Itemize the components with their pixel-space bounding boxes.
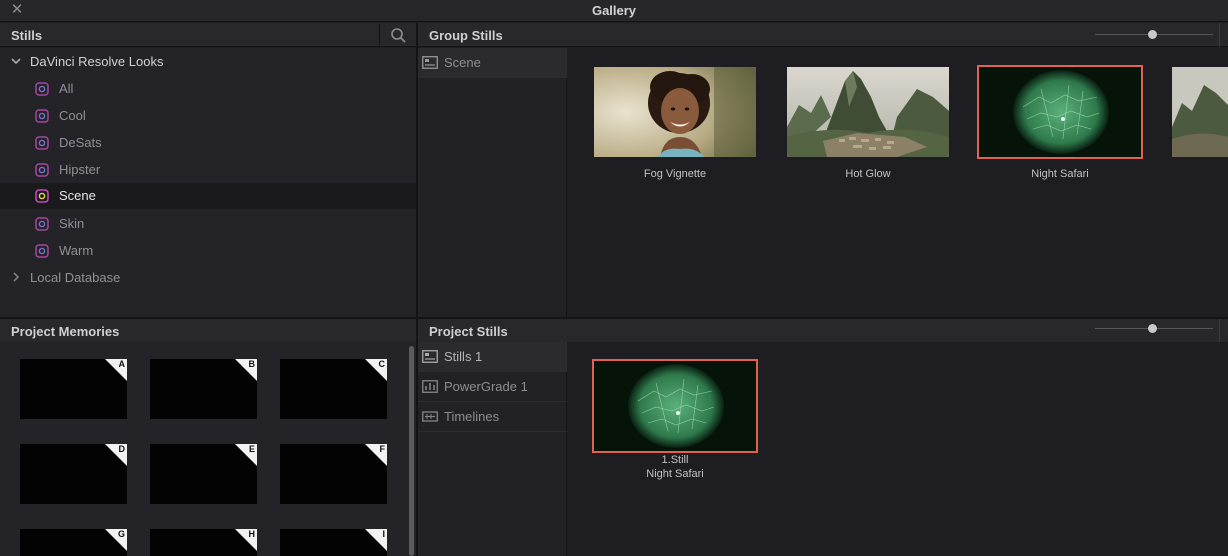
search-icon[interactable] bbox=[389, 27, 409, 45]
tree-root-davinci-looks[interactable]: DaVinci Resolve Looks bbox=[0, 49, 416, 75]
still-label: Fog Vignette bbox=[643, 168, 707, 180]
project-stills-header-label: Project Stills bbox=[429, 324, 508, 339]
memory-slot-b[interactable]: B bbox=[150, 359, 257, 419]
slider-knob[interactable] bbox=[1148, 30, 1157, 39]
memory-letter: C bbox=[378, 359, 386, 369]
album-scene[interactable]: Scene bbox=[418, 48, 567, 78]
project-album-list: Stills 1 PowerGrade 1 Timelines bbox=[418, 342, 567, 556]
memory-slot-d[interactable]: D bbox=[20, 444, 127, 504]
still-album-icon bbox=[422, 56, 438, 69]
album-timelines[interactable]: Timelines bbox=[418, 402, 567, 432]
still-hot-glow[interactable] bbox=[785, 65, 951, 159]
tree-item-local-database[interactable]: Local Database bbox=[0, 265, 416, 291]
tree-item-label: All bbox=[59, 81, 74, 96]
tree-item-scene[interactable]: Scene bbox=[0, 183, 416, 209]
chevron-right-icon bbox=[10, 270, 22, 284]
header-edge bbox=[1219, 23, 1220, 47]
memory-slot-i[interactable]: I bbox=[280, 529, 387, 556]
tree-item-skin[interactable]: Skin bbox=[0, 211, 416, 237]
project-memories-header-label: Project Memories bbox=[11, 324, 120, 339]
album-icon bbox=[35, 136, 49, 150]
memories-scrollbar[interactable] bbox=[409, 346, 414, 556]
stills-tree: DaVinci Resolve Looks All Cool DeSats Hi… bbox=[0, 48, 416, 317]
powergrade-album-icon bbox=[422, 380, 438, 393]
tree-item-label: Cool bbox=[59, 108, 86, 123]
still-fog-vignette[interactable] bbox=[592, 65, 758, 159]
tree-item-label: Hipster bbox=[59, 162, 101, 177]
memory-letter: G bbox=[117, 529, 125, 539]
slider-knob[interactable] bbox=[1148, 324, 1157, 333]
album-label: PowerGrade 1 bbox=[444, 379, 528, 394]
memory-slot-g[interactable]: G bbox=[20, 529, 127, 556]
memory-letter: H bbox=[248, 529, 256, 539]
tree-item-hipster[interactable]: Hipster bbox=[0, 157, 416, 183]
timeline-album-icon bbox=[422, 411, 438, 422]
still-label: Night Safari bbox=[1031, 168, 1089, 180]
tree-item-label: DeSats bbox=[59, 135, 102, 150]
still-label: Hot Glow bbox=[845, 168, 891, 180]
album-label: Timelines bbox=[444, 409, 500, 424]
album-icon bbox=[35, 189, 49, 203]
group-stills-header-label: Group Stills bbox=[429, 28, 503, 43]
memory-letter: B bbox=[248, 359, 256, 369]
tree-item-label: Scene bbox=[59, 188, 96, 203]
still-label-line2: Night Safari bbox=[646, 468, 704, 480]
tree-item-warm[interactable]: Warm bbox=[0, 238, 416, 264]
tree-item-label: Warm bbox=[59, 243, 94, 258]
header-edge bbox=[1219, 319, 1220, 342]
album-icon bbox=[35, 217, 49, 231]
group-album-list: Scene bbox=[418, 48, 567, 317]
still-project-night-safari[interactable] bbox=[592, 359, 758, 453]
still-thumbnail bbox=[1172, 67, 1228, 157]
group-stills-zoom-slider[interactable] bbox=[1095, 29, 1213, 41]
stills-header: Stills bbox=[0, 23, 416, 47]
still-thumbnail bbox=[594, 361, 756, 451]
still-thumbnail bbox=[787, 67, 949, 157]
stills-header-label: Stills bbox=[11, 28, 43, 43]
memory-slot-h[interactable]: H bbox=[150, 529, 257, 556]
still-thumbnail bbox=[979, 67, 1141, 157]
memory-slot-c[interactable]: C bbox=[280, 359, 387, 419]
album-label: Scene bbox=[444, 55, 481, 70]
memory-slot-a[interactable]: A bbox=[20, 359, 127, 419]
memory-letter: I bbox=[382, 529, 385, 539]
tree-item-label: Skin bbox=[59, 216, 85, 231]
album-icon bbox=[35, 244, 49, 258]
tree-item-label: Local Database bbox=[30, 270, 121, 285]
title-bar: ✕ Gallery bbox=[0, 0, 1228, 22]
still-label-line1: 1.Still bbox=[661, 454, 689, 466]
project-stills-zoom-slider[interactable] bbox=[1095, 323, 1213, 335]
album-powergrade-1[interactable]: PowerGrade 1 bbox=[418, 372, 567, 402]
album-stills-1[interactable]: Stills 1 bbox=[418, 342, 567, 372]
memory-letter: D bbox=[118, 444, 126, 454]
memory-slot-f[interactable]: F bbox=[280, 444, 387, 504]
chevron-down-icon bbox=[10, 54, 22, 68]
window-title: Gallery bbox=[591, 3, 637, 18]
album-icon bbox=[35, 109, 49, 123]
album-icon bbox=[35, 82, 49, 96]
still-thumbnail bbox=[594, 67, 756, 157]
memory-letter: E bbox=[248, 444, 255, 454]
album-icon bbox=[35, 163, 49, 177]
project-memories-header: Project Memories bbox=[0, 319, 416, 343]
tree-item-all[interactable]: All bbox=[0, 76, 416, 102]
memory-letter: F bbox=[379, 444, 386, 454]
memory-letter: A bbox=[118, 359, 126, 369]
album-label: Stills 1 bbox=[444, 349, 483, 364]
tree-item-desats[interactable]: DeSats bbox=[0, 130, 416, 156]
tree-item-cool[interactable]: Cool bbox=[0, 103, 416, 129]
still-album-icon bbox=[422, 350, 438, 363]
still-partial[interactable] bbox=[1170, 65, 1228, 159]
search-separator bbox=[379, 24, 380, 47]
tree-root-label: DaVinci Resolve Looks bbox=[30, 54, 164, 69]
still-night-safari[interactable] bbox=[977, 65, 1143, 159]
memory-slot-e[interactable]: E bbox=[150, 444, 257, 504]
